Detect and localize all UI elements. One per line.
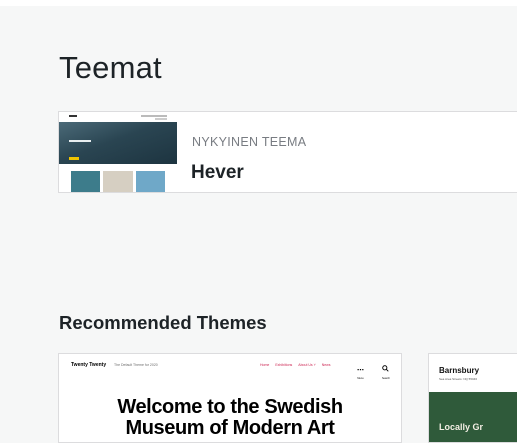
preview-menu-item: Home [260, 362, 270, 367]
preview-site-title: Barnsbury [439, 366, 480, 375]
recommended-themes-heading: Recommended Themes [59, 312, 267, 333]
preview-hero-image [429, 392, 517, 442]
preview-tagline: Sea Area Streets: NQ 55046 [439, 377, 478, 381]
thumbnail-hero-image [59, 122, 177, 164]
thumbnail-nav-secondary [155, 118, 167, 120]
preview-header: Twenty Twenty The Default Theme for 2020… [59, 354, 401, 380]
page-title: Teemat [59, 50, 162, 85]
thumbnail-tile [71, 171, 101, 192]
preview-menu-item: About Us ˅ [298, 362, 316, 367]
current-theme-label: NYKYINEN TEEMA [192, 135, 307, 149]
thumbnail-hero-title [69, 140, 91, 142]
more-icon-label: Menu [357, 377, 364, 380]
thumbnail-hero-button [69, 157, 79, 160]
preview-site-title: Twenty Twenty [71, 362, 107, 368]
preview-menu: Home Exhibitions About Us ˅ News [260, 363, 330, 367]
current-theme-name[interactable]: Hever [191, 162, 244, 184]
thumbnail-tile [103, 171, 133, 192]
theme-card-twenty-twenty[interactable]: Twenty Twenty The Default Theme for 2020… [58, 353, 402, 443]
preview-menu-item: News [321, 362, 331, 367]
preview-hero-text: Locally Gr [439, 422, 484, 432]
current-theme-card[interactable] [58, 111, 517, 193]
thumbnail-logo [69, 115, 77, 117]
preview-hero-heading: Welcome to the Swedish Museum of Modern … [59, 397, 401, 439]
search-icon-label: Search [382, 377, 390, 380]
theme-card-barnsbury[interactable]: Barnsbury Sea Area Streets: NQ 55046 Loc… [428, 353, 517, 443]
preview-tagline: The Default Theme for 2020 [114, 362, 158, 367]
thumbnail-nav [141, 115, 167, 117]
thumbnail-header [59, 112, 177, 122]
top-bar [0, 0, 517, 6]
preview-hero-line: Welcome to the Swedish [117, 396, 343, 418]
preview-hero-line: Museum of Modern Art [125, 417, 335, 439]
thumbnail-tiles [71, 171, 165, 192]
more-icon: ⋯ Menu [357, 367, 364, 380]
preview-menu-item: Exhibitions [275, 362, 293, 367]
thumbnail-tile [135, 171, 165, 192]
current-theme-thumbnail[interactable] [59, 112, 177, 192]
search-icon: Search [382, 359, 390, 380]
